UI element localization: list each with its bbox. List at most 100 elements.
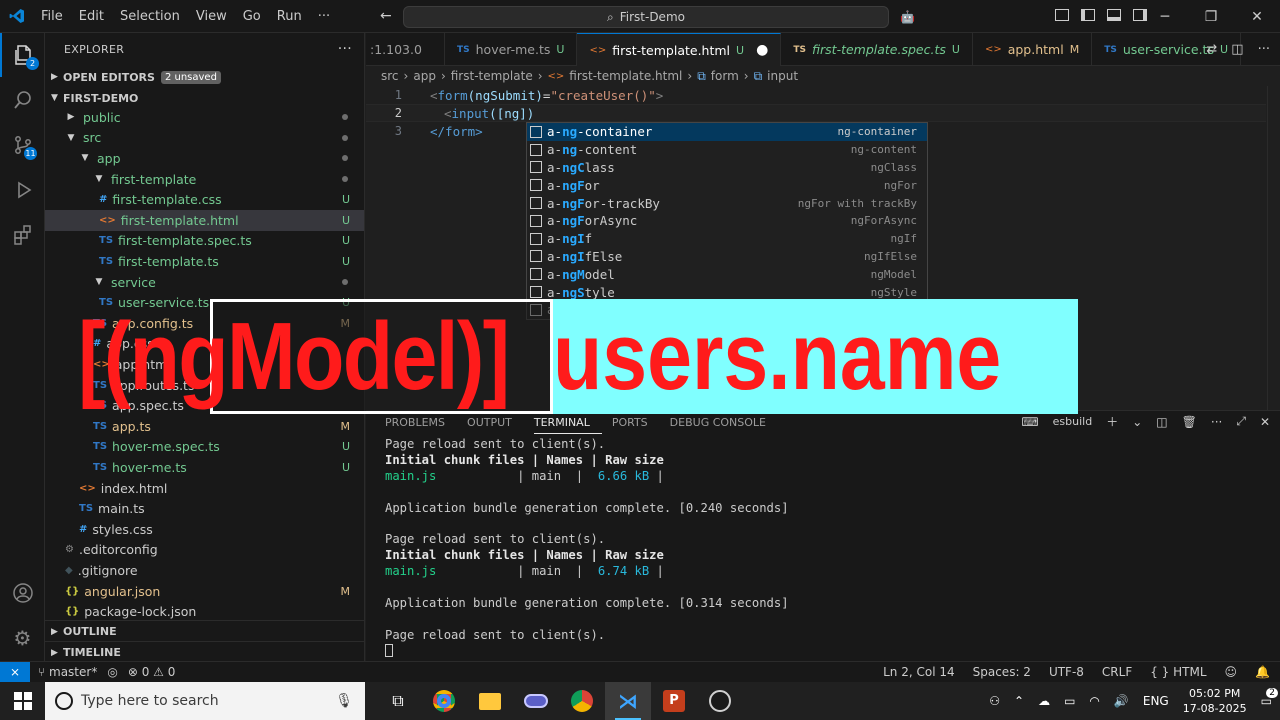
encoding[interactable]: UTF-8 — [1049, 665, 1084, 679]
breadcrumb-item[interactable]: form — [711, 69, 739, 83]
indentation[interactable]: Spaces: 2 — [973, 665, 1031, 679]
tab-ports[interactable]: PORTS — [612, 411, 660, 434]
tree-item[interactable]: ▼ src — [45, 128, 364, 149]
run-debug-icon[interactable] — [0, 168, 45, 212]
tab-problems[interactable]: PROBLEMS — [385, 411, 457, 434]
terminal-shell-label[interactable]: esbuild — [1053, 415, 1093, 428]
back-arrow-icon[interactable]: ← — [380, 8, 392, 24]
menu-more[interactable]: ··· — [310, 9, 338, 24]
breadcrumb-item[interactable]: first-template.html — [569, 69, 682, 83]
close-panel-icon[interactable]: ✕ — [1260, 415, 1270, 429]
remote-indicator-icon[interactable]: ⨯ — [0, 661, 30, 683]
suggestion-item[interactable]: a-ngClass ngClass — [527, 159, 927, 177]
tree-item[interactable]: ▶ public — [45, 107, 364, 128]
task-view-icon[interactable]: ⧉ — [375, 682, 421, 720]
obs-icon[interactable] — [697, 682, 743, 720]
tree-item[interactable]: TS first-template.ts U — [45, 251, 364, 272]
tab-app-html[interactable]: <> app.html M — [973, 33, 1093, 66]
cloud-icon[interactable]: ☁ — [1038, 694, 1050, 708]
compare-changes-icon[interactable]: ⇄ — [1206, 42, 1217, 57]
maximize-panel-icon[interactable]: ⤢ — [1236, 414, 1246, 429]
outline-section[interactable]: ▶ OUTLINE — [45, 620, 364, 642]
copilot-icon[interactable]: 🤖 — [900, 10, 915, 24]
breadcrumb-item[interactable]: src — [381, 69, 399, 83]
menu-file[interactable]: File — [33, 9, 71, 24]
chrome-icon[interactable] — [421, 682, 467, 720]
tree-item[interactable]: <> first-template.html U — [45, 210, 364, 231]
editor-scrollbar[interactable] — [1267, 86, 1280, 410]
open-editors-section[interactable]: ▶ OPEN EDITORS 2 unsaved — [45, 66, 364, 88]
split-editor-icon[interactable]: ◫ — [1231, 42, 1243, 57]
microphone-icon[interactable]: 🎙 — [335, 693, 353, 709]
tree-item[interactable]: TS first-template.spec.ts U — [45, 231, 364, 252]
layout-panel-icon[interactable] — [1055, 9, 1069, 21]
tree-item[interactable]: <> index.html — [45, 478, 364, 499]
app-icon[interactable] — [513, 682, 559, 720]
volume-icon[interactable]: 🔊 — [1114, 694, 1129, 708]
wifi-icon[interactable]: ◠ — [1089, 694, 1099, 708]
menu-run[interactable]: Run — [269, 9, 310, 24]
language-indicator[interactable]: ENG — [1143, 694, 1169, 708]
split-terminal-icon[interactable]: ◫ — [1156, 415, 1167, 429]
suggestion-item[interactable]: a-ngModel ngModel — [527, 265, 927, 283]
toggle-sidebar-icon[interactable] — [1081, 9, 1095, 21]
vscode-taskbar-icon[interactable]: ⋊ — [605, 682, 651, 720]
more-actions-icon[interactable]: ··· — [338, 41, 352, 57]
terminal-output[interactable]: Page reload sent to client(s). Initial c… — [385, 437, 789, 659]
command-center-search[interactable]: ⌕ First-Demo — [403, 6, 889, 28]
cursor-position[interactable]: Ln 2, Col 14 — [883, 665, 955, 679]
tree-item[interactable]: TS hover-me.spec.ts U — [45, 437, 364, 458]
new-terminal-icon[interactable]: ＋ — [1106, 413, 1118, 430]
file-explorer-icon[interactable] — [467, 682, 513, 720]
end-of-line[interactable]: CRLF — [1102, 665, 1132, 679]
tab-version[interactable]: :1.103.0 — [366, 33, 445, 66]
more-actions-icon[interactable]: ··· — [1258, 42, 1270, 57]
menu-edit[interactable]: Edit — [71, 9, 112, 24]
tree-item[interactable]: TS hover-me.ts U — [45, 457, 364, 478]
close-icon[interactable]: ✕ — [1234, 0, 1280, 33]
suggestion-item[interactable]: a-ngFor-trackBy ngFor with trackBy — [527, 194, 927, 212]
tree-item[interactable]: ⚙ .editorconfig — [45, 540, 364, 561]
notifications-bell-icon[interactable]: 🔔 — [1255, 665, 1270, 679]
tree-item[interactable]: TS app.ts M — [45, 416, 364, 437]
tree-item[interactable]: ◆ .gitignore — [45, 560, 364, 581]
toggle-panel-icon[interactable] — [1107, 9, 1121, 21]
breadcrumb-item[interactable]: input — [767, 69, 798, 83]
tab-output[interactable]: OUTPUT — [467, 411, 524, 434]
suggestion-item[interactable]: a-ng-container ng-container — [527, 123, 927, 141]
windows-start-icon[interactable] — [0, 682, 45, 720]
tab-debug-console[interactable]: DEBUG CONSOLE — [670, 411, 778, 434]
tree-item[interactable]: ▼ service — [45, 272, 364, 293]
people-icon[interactable]: ⚇ — [989, 694, 1000, 708]
breadcrumb-item[interactable]: first-template — [451, 69, 533, 83]
explorer-icon[interactable]: 2 — [0, 33, 45, 77]
suggestion-item[interactable]: a-ngForAsync ngForAsync — [527, 212, 927, 230]
notifications-icon[interactable]: ▭ 2 — [1261, 688, 1278, 708]
powerpoint-icon[interactable]: P — [651, 682, 697, 720]
suggestion-item[interactable]: a-ngIf ngIf — [527, 230, 927, 248]
menu-selection[interactable]: Selection — [112, 9, 188, 24]
chrome-profile-icon[interactable] — [559, 682, 605, 720]
trash-icon[interactable]: 🗑 — [1182, 415, 1197, 429]
menu-view[interactable]: View — [188, 9, 235, 24]
menu-go[interactable]: Go — [235, 9, 269, 24]
taskbar-search[interactable]: Type here to search 🎙 — [45, 682, 365, 720]
tree-item[interactable]: TS main.ts — [45, 498, 364, 519]
tab-first-template-spec[interactable]: TS first-template.spec.ts U — [781, 33, 973, 66]
timeline-section[interactable]: ▶ TIMELINE — [45, 641, 364, 663]
source-control-icon[interactable]: 11 — [0, 123, 45, 167]
project-section[interactable]: ▼ FIRST-DEMO — [45, 87, 364, 109]
more-actions-icon[interactable]: ··· — [1211, 415, 1222, 429]
sync-icon[interactable]: ◎ — [107, 665, 117, 679]
extensions-icon[interactable] — [0, 213, 45, 257]
tree-item[interactable]: ▼ first-template — [45, 169, 364, 190]
tree-item[interactable]: # first-template.css U — [45, 189, 364, 210]
chevron-down-icon[interactable]: ⌄ — [1132, 415, 1142, 429]
tab-first-template-html[interactable]: <> first-template.html U ● — [577, 33, 782, 66]
account-icon[interactable] — [0, 571, 45, 615]
breadcrumb-item[interactable]: app — [413, 69, 436, 83]
battery-icon[interactable]: ▭ — [1064, 694, 1075, 708]
suggestion-item[interactable]: a-ngIfElse ngIfElse — [527, 248, 927, 266]
search-icon[interactable] — [0, 78, 45, 122]
suggestion-item[interactable]: a-ngFor ngFor — [527, 176, 927, 194]
